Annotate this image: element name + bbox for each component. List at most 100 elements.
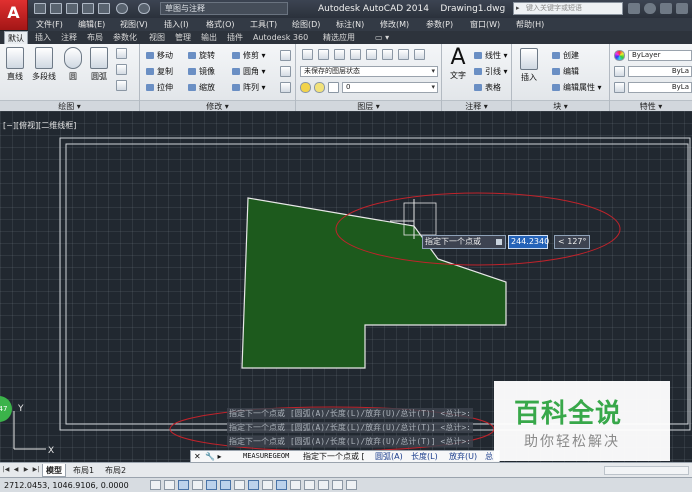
layer-lock-icon[interactable] <box>414 49 425 60</box>
sun-icon[interactable] <box>314 82 325 93</box>
last-tab-icon[interactable]: ▶| <box>32 466 40 474</box>
draw-panel-title[interactable]: 绘图 ▾ <box>0 100 139 111</box>
circle-button[interactable]: 圆 <box>61 47 85 82</box>
infer-constraints-icon[interactable] <box>150 480 161 490</box>
edit-attributes-button[interactable]: 编辑属性 ▾ <box>552 82 602 93</box>
menu-window[interactable]: 窗口(W) <box>470 18 500 31</box>
plot-icon[interactable] <box>98 3 110 14</box>
prev-tab-icon[interactable]: ◀ <box>12 466 20 474</box>
menu-insert[interactable]: 插入(I) <box>164 18 189 31</box>
explode-icon[interactable] <box>280 66 291 77</box>
tab-manage[interactable]: 管理 <box>172 31 194 44</box>
grid-icon[interactable] <box>178 480 189 490</box>
menu-help[interactable]: 帮助(H) <box>516 18 544 31</box>
tab-output[interactable]: 输出 <box>198 31 220 44</box>
help-icon[interactable] <box>676 3 688 14</box>
menu-parametric[interactable]: 参数(P) <box>426 18 453 31</box>
rotate-button[interactable]: 旋转 <box>188 50 215 61</box>
menu-file[interactable]: 文件(F) <box>36 18 63 31</box>
undo-icon[interactable] <box>116 3 128 14</box>
rectangle-icon[interactable] <box>116 48 127 59</box>
layer-state-dropdown[interactable]: 未保存的图层状态 <box>300 66 438 77</box>
exchange-icon[interactable] <box>660 3 672 14</box>
tab-autodesk360[interactable]: Autodesk 360 <box>250 31 311 44</box>
table-button[interactable]: 表格 <box>474 82 501 93</box>
layer-icon[interactable] <box>318 49 329 60</box>
first-tab-icon[interactable]: |◀ <box>2 466 10 474</box>
move-button[interactable]: 移动 <box>146 50 173 61</box>
option-total[interactable]: 总 <box>485 451 493 462</box>
erase-icon[interactable] <box>280 50 291 61</box>
layer-properties-icon[interactable] <box>302 49 313 60</box>
save-as-icon[interactable] <box>82 3 94 14</box>
otrack-icon[interactable] <box>248 480 259 490</box>
dynamic-input-length[interactable]: 244.2340 <box>508 235 549 249</box>
menu-draw[interactable]: 绘图(D) <box>292 18 320 31</box>
edit-block-button[interactable]: 编辑 <box>552 66 579 77</box>
option-length[interactable]: 长度(L) <box>411 451 438 462</box>
snap-icon[interactable] <box>164 480 175 490</box>
color-swatch-icon[interactable] <box>328 82 339 93</box>
ducs-icon[interactable] <box>262 480 273 490</box>
current-layer-dropdown[interactable]: 0 <box>342 82 438 93</box>
lineweight-toggle-icon[interactable] <box>290 480 301 490</box>
lightbulb-icon[interactable] <box>300 82 311 93</box>
new-icon[interactable] <box>34 3 46 14</box>
ortho-icon[interactable] <box>192 480 203 490</box>
linetype-dropdown[interactable]: ByLa <box>628 82 692 93</box>
offset-icon[interactable] <box>280 82 291 93</box>
tab-insert[interactable]: 插入 <box>32 31 54 44</box>
layer-previous-icon[interactable] <box>350 49 361 60</box>
dynamic-input-icon[interactable] <box>276 480 287 490</box>
annotation-panel-title[interactable]: 注释 ▾ <box>442 100 511 111</box>
lineweight-icon[interactable] <box>614 66 625 77</box>
tab-parametric[interactable]: 参数化 <box>110 31 140 44</box>
drawing-canvas[interactable]: [−][俯视][二维线框] Y X 指定下一个点或 244.2340 < 127… <box>0 111 692 462</box>
binoculars-icon[interactable] <box>628 3 640 14</box>
linear-dimension-button[interactable]: 线性 ▾ <box>474 50 508 61</box>
save-icon[interactable] <box>66 3 78 14</box>
layer-off-icon[interactable] <box>398 49 409 60</box>
tab-default[interactable]: 默认 <box>4 31 28 44</box>
ribbon-toggle-icon[interactable]: ▭ ▾ <box>372 31 392 44</box>
next-tab-icon[interactable]: ▶ <box>22 466 30 474</box>
tab-layout[interactable]: 布局 <box>84 31 106 44</box>
layers-panel-title[interactable]: 图层 ▾ <box>296 100 441 111</box>
layer-isolate-icon[interactable] <box>366 49 377 60</box>
layer-match-icon[interactable] <box>334 49 345 60</box>
tab-view[interactable]: 视图 <box>146 31 168 44</box>
text-button[interactable]: A 文字 <box>446 46 470 81</box>
line-button[interactable]: 直线 <box>3 47 27 82</box>
close-icon[interactable]: ✕ <box>194 451 201 462</box>
region-icon[interactable] <box>116 80 127 91</box>
annotation-monitor-icon[interactable] <box>346 480 357 490</box>
application-menu-button[interactable]: A <box>0 0 28 30</box>
transparency-icon[interactable] <box>304 480 315 490</box>
command-line[interactable]: ✕ 🔧 ▸ MEASUREGEOM 指定下一个点或 [ 圆弧(A) 长度(L) … <box>190 450 500 462</box>
horizontal-scrollbar[interactable] <box>604 466 689 475</box>
arc-button[interactable]: 圆弧 <box>87 47 111 82</box>
properties-panel-title[interactable]: 特性 ▾ <box>610 100 692 111</box>
customize-icon[interactable]: 🔧 ▸ <box>205 451 222 462</box>
trim-button[interactable]: 修剪 ▾ <box>232 50 266 61</box>
stretch-button[interactable]: 拉伸 <box>146 82 173 93</box>
create-block-button[interactable]: 创建 <box>552 50 579 61</box>
open-icon[interactable] <box>50 3 62 14</box>
search-input[interactable]: 键入关键字或短语 <box>513 2 623 15</box>
tab-layout1[interactable]: 布局1 <box>70 464 97 477</box>
3d-osnap-icon[interactable] <box>234 480 245 490</box>
fillet-button[interactable]: 圆角 ▾ <box>232 66 266 77</box>
menu-format[interactable]: 格式(O) <box>206 18 235 31</box>
hatch-icon[interactable] <box>116 64 127 75</box>
tab-annotate[interactable]: 注释 <box>58 31 80 44</box>
copy-button[interactable]: 复制 <box>146 66 173 77</box>
modify-panel-title[interactable]: 修改 ▾ <box>140 100 295 111</box>
measured-polygon[interactable] <box>241 197 507 369</box>
tab-layout2[interactable]: 布局2 <box>102 464 129 477</box>
option-undo[interactable]: 放弃(U) <box>449 451 477 462</box>
leader-button[interactable]: 引线 ▾ <box>474 66 508 77</box>
menu-view[interactable]: 视图(V) <box>120 18 148 31</box>
lineweight-dropdown[interactable]: ByLa <box>628 66 692 77</box>
osnap-icon[interactable] <box>220 480 231 490</box>
polyline-button[interactable]: 多段线 <box>30 47 58 82</box>
